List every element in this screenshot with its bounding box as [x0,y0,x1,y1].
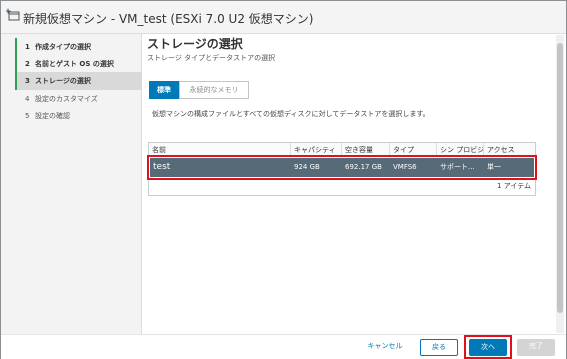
cell-free: 692.17 GB [345,163,382,171]
wizard-step-name-and-guest-os[interactable]: 2 名前とゲスト OS の選択 [15,55,142,73]
cancel-button[interactable]: キャンセル [359,339,411,356]
grid-item-count: 1 アイテム [497,182,531,190]
wizard-step-review-settings: 5 設定の確認 [25,112,70,120]
column-header-free[interactable]: 空き容量 [342,143,390,157]
scrollbar[interactable] [556,35,564,333]
wizard-step-customize-settings: 4 設定のカスタマイズ [25,95,98,103]
wizard-step-label: 作成タイプの選択 [35,43,91,51]
title-bar: 新規仮想マシン - VM_test (ESXi 7.0 U2 仮想マシン) [1,1,566,34]
datastore-grid: 名前 キャパシティ 空き容量 タイプ シン プロビジョ アクセス test 92… [147,142,537,196]
wizard-content: ストレージの選択 ストレージ タイプとデータストアの選択 標準 永続的なメモリ … [146,34,554,334]
wizard-steps: 1 作成タイプの選択 2 名前とゲスト OS の選択 3 ストレージの選択 4 設定のカ… [1,34,142,334]
tab-persistent-memory[interactable]: 永続的なメモリ [179,81,249,99]
column-header-access[interactable]: アクセス [484,143,535,157]
grid-header: 名前 キャパシティ 空き容量 タイプ シン プロビジョ アクセス [149,143,535,157]
wizard-footer: キャンセル 戻る 次へ 完了 [1,334,566,359]
column-header-name[interactable]: 名前 [149,143,291,157]
new-vm-wizard-dialog: 新規仮想マシン - VM_test (ESXi 7.0 U2 仮想マシン) 1作… [0,0,567,359]
page-description: 仮想マシンの構成ファイルとすべての仮想ディスクに対してデータストアを選択します。 [152,110,430,118]
table-row[interactable]: test 924 GB 692.17 GB VMFS6 サポート... 単一 [150,158,534,177]
column-header-capacity[interactable]: キャパシティ [291,143,342,157]
back-button[interactable]: 戻る [420,339,458,356]
page-subtitle: ストレージ タイプとデータストアの選択 [147,54,276,62]
scrollbar-thumb[interactable] [557,43,563,313]
wizard-step-label: 名前とゲスト OS の選択 [35,60,114,68]
next-button[interactable]: 次へ [469,339,507,356]
cell-type: VMFS6 [393,163,417,171]
tab-standard[interactable]: 標準 [149,81,179,99]
wizard-step-label: 設定のカスタマイズ [35,95,98,103]
wizard-step-label: 設定の確認 [35,112,70,120]
cell-thin-provisioning: サポート... [440,163,475,171]
wizard-step-select-storage[interactable]: 3 ストレージの選択 [15,72,142,90]
column-header-thin-provisioning[interactable]: シン プロビジョ [437,143,484,157]
new-vm-icon [6,8,20,21]
column-header-type[interactable]: タイプ [390,143,437,157]
cell-capacity: 924 GB [294,163,320,171]
wizard-step-label: ストレージの選択 [35,77,91,85]
cell-access: 単一 [487,163,501,171]
dialog-title: 新規仮想マシン - VM_test (ESXi 7.0 U2 仮想マシン) [23,12,314,26]
page-title: ストレージの選択 [147,37,243,51]
cell-name: test [153,162,171,172]
finish-button: 完了 [517,339,555,356]
wizard-step-select-creation-type[interactable]: 1 作成タイプの選択 [15,38,142,56]
